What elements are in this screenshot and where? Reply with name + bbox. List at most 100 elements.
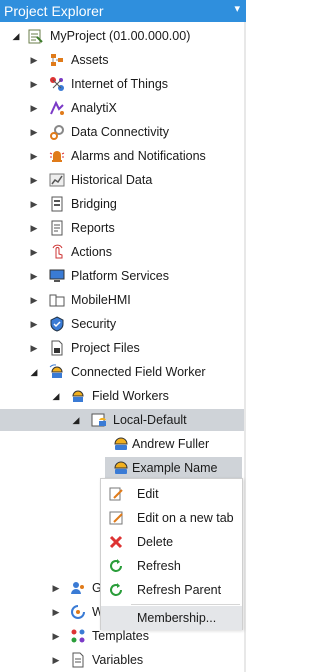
bridging-icon — [49, 196, 65, 212]
alarm-bell-icon — [49, 148, 65, 164]
hardhat-worker-icon — [113, 436, 129, 452]
expand-arrow-icon[interactable]: ▶ — [28, 73, 40, 95]
tree-item-reports[interactable]: ▶ Reports — [0, 217, 244, 239]
tree-item-label: Andrew Fuller — [132, 437, 210, 451]
tree-item-label: Data Connectivity — [71, 125, 169, 139]
expand-arrow-icon[interactable]: ▶ — [28, 337, 40, 359]
menu-item-delete[interactable]: Delete — [101, 530, 242, 554]
monitor-icon — [49, 268, 65, 284]
tree-item-label: Field Workers — [92, 389, 169, 403]
tree-item-label: Historical Data — [71, 173, 153, 187]
tree-item-security[interactable]: ▶ Security — [0, 313, 244, 335]
expand-arrow-icon[interactable]: ▶ — [28, 217, 40, 239]
collapse-arrow-icon[interactable]: ◢ — [28, 361, 40, 383]
menu-item-edit[interactable]: Edit — [101, 482, 242, 506]
shield-icon — [49, 316, 65, 332]
tree-root[interactable]: ◢ MyProject (01.00.000.00) — [0, 25, 244, 47]
tree-item-alarms[interactable]: ▶ Alarms and Notifications — [0, 145, 244, 167]
analytix-icon — [49, 100, 65, 116]
assets-icon — [49, 52, 65, 68]
tree-item-mobilehmi[interactable]: ▶ MobileHMI — [0, 289, 244, 311]
tree-item-label: Assets — [71, 53, 109, 67]
mobile-icon — [49, 292, 65, 308]
file-icon — [49, 340, 65, 356]
tree-item-worker-selected[interactable]: Example Name — [105, 457, 242, 479]
tree-item-label: AnalytiX — [71, 101, 117, 115]
context-menu: Edit Edit on a new tab Delete Refresh Re… — [100, 478, 243, 630]
menu-item-label: Edit — [137, 487, 159, 501]
tree-item-label: MobileHMI — [71, 293, 131, 307]
expand-arrow-icon[interactable]: ▶ — [28, 241, 40, 263]
tree-root-label: MyProject (01.00.000.00) — [50, 29, 191, 43]
panel-title: Project Explorer — [4, 3, 104, 19]
expand-arrow-icon[interactable]: ▶ — [28, 121, 40, 143]
tree-item-label: Example Name — [132, 461, 218, 475]
tree-item-bridging[interactable]: ▶ Bridging — [0, 193, 244, 215]
tree-item-label: Reports — [71, 221, 115, 235]
tree-item-label: Alarms and Notifications — [71, 149, 206, 163]
tree-item-field-workers[interactable]: ◢ Field Workers — [0, 385, 244, 407]
tree-item-label: Project Files — [71, 341, 140, 355]
menu-item-label: Membership... — [137, 611, 217, 625]
menu-item-edit-new-tab[interactable]: Edit on a new tab — [101, 506, 242, 530]
expand-arrow-icon[interactable]: ▶ — [28, 265, 40, 287]
tree-item-iot[interactable]: ▶ Internet of Things — [0, 73, 244, 95]
tree-item-local-default[interactable]: ◢ Local-Default — [0, 409, 244, 431]
tree-item-analytix[interactable]: ▶ AnalytiX — [0, 97, 244, 119]
expand-arrow-icon[interactable]: ▶ — [50, 577, 62, 599]
menu-item-label: Edit on a new tab — [137, 511, 234, 525]
tree-item-label: Platform Services — [71, 269, 169, 283]
refresh-parent-icon — [108, 582, 124, 598]
tree-item-label: Actions — [71, 245, 112, 259]
menu-item-label: Delete — [137, 535, 174, 549]
tree-item-platform-services[interactable]: ▶ Platform Services — [0, 265, 244, 287]
hardhat-worker-icon — [113, 460, 129, 476]
expand-arrow-icon[interactable]: ▶ — [28, 193, 40, 215]
menu-item-refresh-parent[interactable]: Refresh Parent — [101, 578, 242, 602]
actions-icon — [49, 244, 65, 260]
panel-menu-icon[interactable]: ▾ — [234, 2, 240, 15]
tree-item-label: Internet of Things — [71, 77, 169, 91]
expand-arrow-icon[interactable]: ▶ — [28, 49, 40, 71]
project-icon — [28, 28, 44, 44]
edit-pencil-icon — [108, 486, 124, 502]
iot-icon — [49, 76, 65, 92]
workflow-icon — [70, 604, 86, 620]
groups-icon — [70, 580, 86, 596]
tree-item-connected-field-worker[interactable]: ◢ Connected Field Worker — [0, 361, 244, 383]
expand-arrow-icon[interactable]: ▶ — [28, 313, 40, 335]
tree-item-label: Variables — [92, 653, 144, 667]
expand-arrow-icon[interactable]: ▶ — [28, 289, 40, 311]
tree-item-actions[interactable]: ▶ Actions — [0, 241, 244, 263]
delete-x-icon — [108, 534, 124, 550]
collapse-arrow-icon[interactable]: ◢ — [70, 409, 82, 431]
tree-item-variables[interactable]: ▶ Variables — [0, 649, 244, 671]
edit-new-tab-icon — [108, 510, 124, 526]
folder-user-icon — [91, 412, 107, 428]
expand-arrow-icon[interactable]: ▶ — [50, 649, 62, 671]
menu-item-membership[interactable]: Membership... — [101, 606, 242, 630]
tree-item-label: Templates — [92, 629, 149, 643]
variables-icon — [70, 652, 86, 668]
tree-item-data-connectivity[interactable]: ▶ Data Connectivity — [0, 121, 244, 143]
menu-item-refresh[interactable]: Refresh — [101, 554, 242, 578]
expand-arrow-icon[interactable]: ▶ — [50, 601, 62, 623]
tree-item-historical[interactable]: ▶ Historical Data — [0, 169, 244, 191]
menu-item-label: Refresh — [137, 559, 181, 573]
expand-arrow-icon[interactable]: ▶ — [28, 97, 40, 119]
collapse-arrow-icon[interactable]: ◢ — [10, 25, 22, 47]
tree-item-assets[interactable]: ▶ Assets — [0, 49, 244, 71]
tree-item-label: Bridging — [71, 197, 117, 211]
expand-arrow-icon[interactable]: ▶ — [50, 625, 62, 647]
vertical-scrollbar[interactable] — [244, 22, 246, 672]
tree-item-worker[interactable]: Andrew Fuller — [0, 433, 244, 455]
expand-arrow-icon[interactable]: ▶ — [28, 145, 40, 167]
expand-arrow-icon[interactable]: ▶ — [28, 169, 40, 191]
collapse-arrow-icon[interactable]: ◢ — [50, 385, 62, 407]
gear-icon — [49, 124, 65, 140]
field-worker-icon — [49, 364, 65, 380]
tree-item-label: Connected Field Worker — [71, 365, 206, 379]
panel-titlebar: Project Explorer ▾ — [0, 0, 246, 22]
tree-item-project-files[interactable]: ▶ Project Files — [0, 337, 244, 359]
refresh-icon — [108, 558, 124, 574]
